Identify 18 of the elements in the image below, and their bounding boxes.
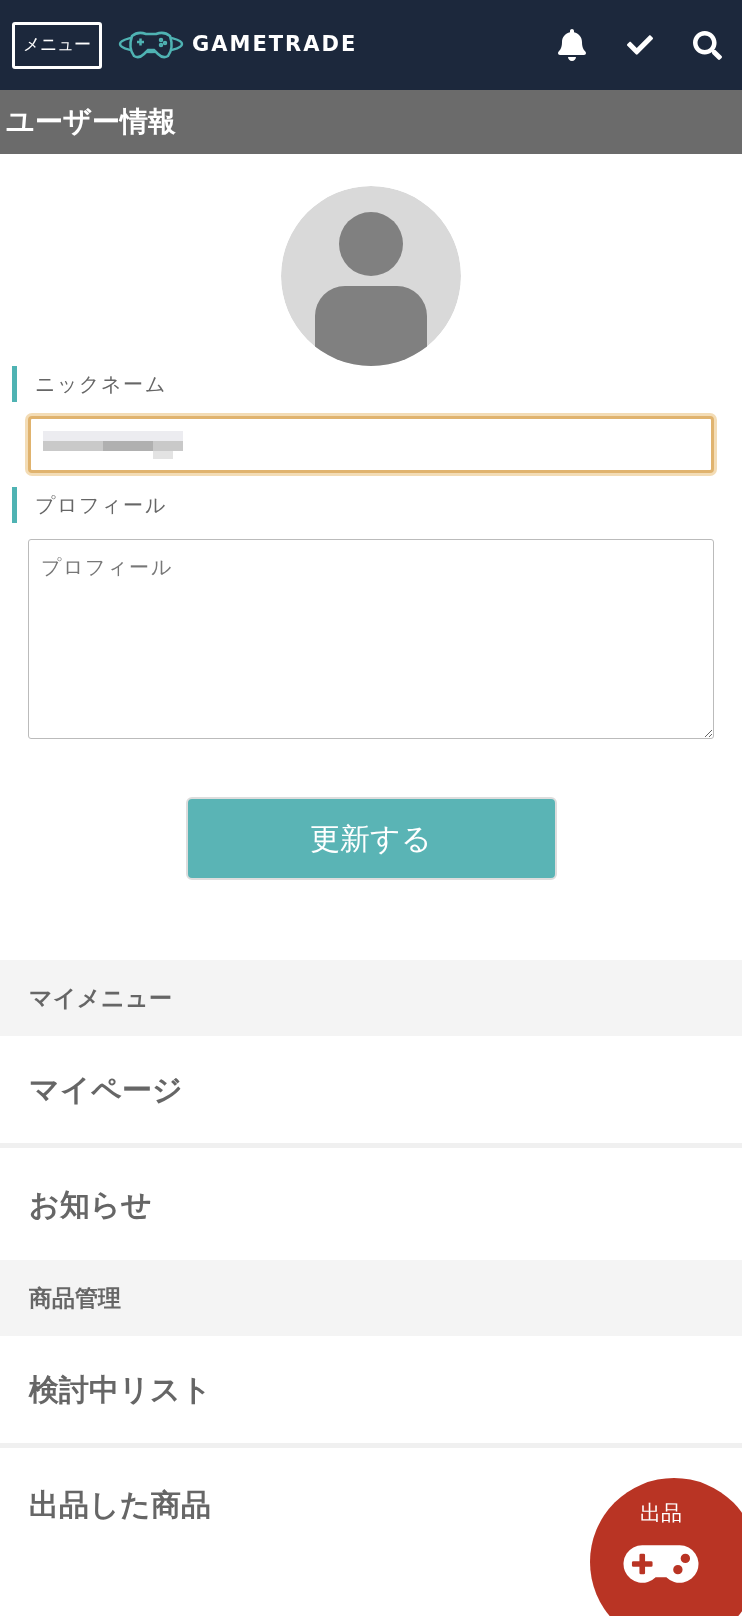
field-label: プロフィール <box>35 492 167 519</box>
field-label: ニックネーム <box>35 371 167 398</box>
avatar-icon <box>281 186 461 366</box>
sell-fab-button[interactable]: 出品 <box>590 1478 742 1616</box>
menu-item[interactable]: 検討中リスト <box>29 1367 212 1412</box>
page-title: ユーザー情報 <box>6 104 176 140</box>
menu-button[interactable]: メニュー <box>12 21 102 69</box>
section-title: マイメニュー <box>29 983 172 1013</box>
logo-text: GAMETRADE <box>192 31 358 59</box>
check-icon[interactable] <box>625 32 655 58</box>
nickname-field[interactable] <box>28 416 714 473</box>
section-title: 商品管理 <box>29 1283 121 1313</box>
bell-icon[interactable] <box>557 29 587 61</box>
menu-item[interactable]: お知らせ <box>29 1181 152 1227</box>
profile-textarea[interactable]: プロフィール <box>28 539 714 739</box>
menu-item[interactable]: マイページ <box>29 1067 183 1112</box>
search-icon[interactable] <box>693 30 722 60</box>
menu-item[interactable]: 出品した商品 <box>29 1481 211 1527</box>
